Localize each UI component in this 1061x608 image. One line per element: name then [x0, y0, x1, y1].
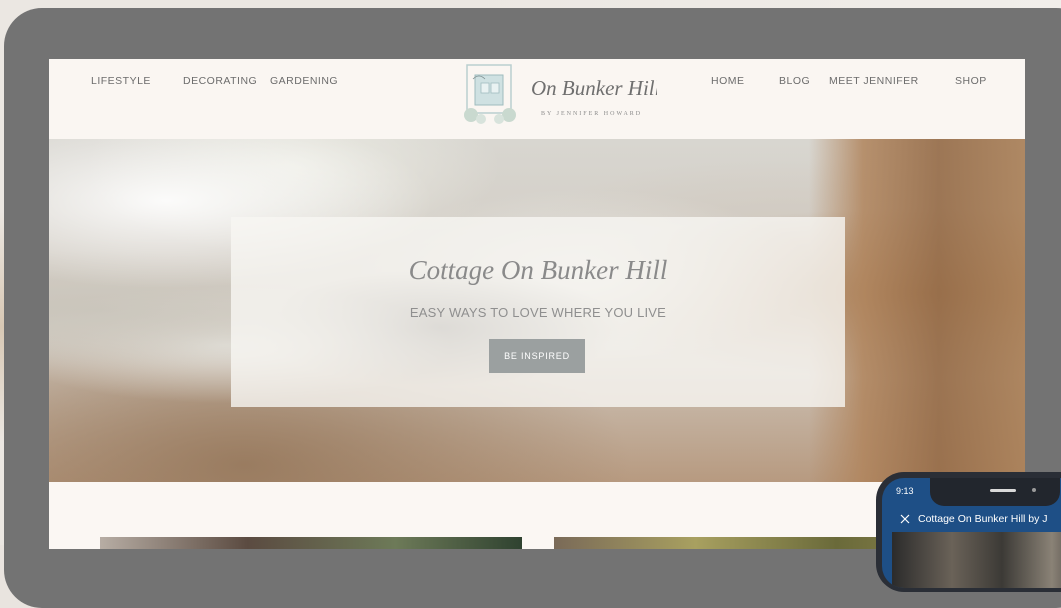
logo-byline: BY JENNIFER HOWARD: [541, 111, 643, 117]
nav-gardening[interactable]: GARDENING: [270, 75, 338, 87]
phone-time: 9:13: [896, 486, 914, 496]
nav-meet-jennifer[interactable]: MEET JENNIFER: [829, 75, 919, 87]
nav-shop[interactable]: SHOP: [955, 75, 987, 87]
be-inspired-button[interactable]: BE INSPIRED: [489, 339, 585, 373]
logo-script: On Bunker Hill: [531, 76, 657, 100]
nav-lifestyle[interactable]: LIFESTYLE: [91, 75, 151, 87]
phone-camera: [1032, 488, 1036, 492]
phone-preview-image: [892, 532, 1061, 588]
nav-decorating[interactable]: DECORATING: [183, 75, 257, 87]
website-screen: LIFESTYLE DECORATING GARDENING On Bunker…: [49, 59, 1025, 549]
nav-home[interactable]: HOME: [711, 75, 745, 87]
hero-title: Cottage On Bunker Hill: [409, 255, 668, 285]
post-card-image-left[interactable]: [100, 537, 522, 549]
svg-text:On Bunker Hill: On Bunker Hill: [531, 76, 657, 100]
close-icon[interactable]: [900, 514, 910, 524]
hero-banner: Cottage On Bunker Hill EASY WAYS TO LOVE…: [49, 139, 1025, 482]
cottage-house-icon: [464, 64, 516, 124]
site-header: LIFESTYLE DECORATING GARDENING On Bunker…: [49, 59, 1025, 139]
phone-speaker: [990, 489, 1016, 492]
phone-page-title: Cottage On Bunker Hill by J: [918, 513, 1048, 525]
phone-mockup: 9:13 Cottage On Bunker Hill by J: [876, 472, 1061, 592]
nav-blog[interactable]: BLOG: [779, 75, 810, 87]
phone-screen: 9:13 Cottage On Bunker Hill by J: [882, 478, 1061, 588]
svg-text:Cottage On Bunker Hill: Cottage On Bunker Hill: [409, 255, 668, 285]
site-logo[interactable]: On Bunker Hill BY JENNIFER HOWARD: [459, 61, 659, 127]
hero-panel: Cottage On Bunker Hill EASY WAYS TO LOVE…: [231, 217, 845, 407]
hero-tagline: EASY WAYS TO LOVE WHERE YOU LIVE: [409, 305, 667, 320]
phone-notch: [930, 478, 1060, 506]
